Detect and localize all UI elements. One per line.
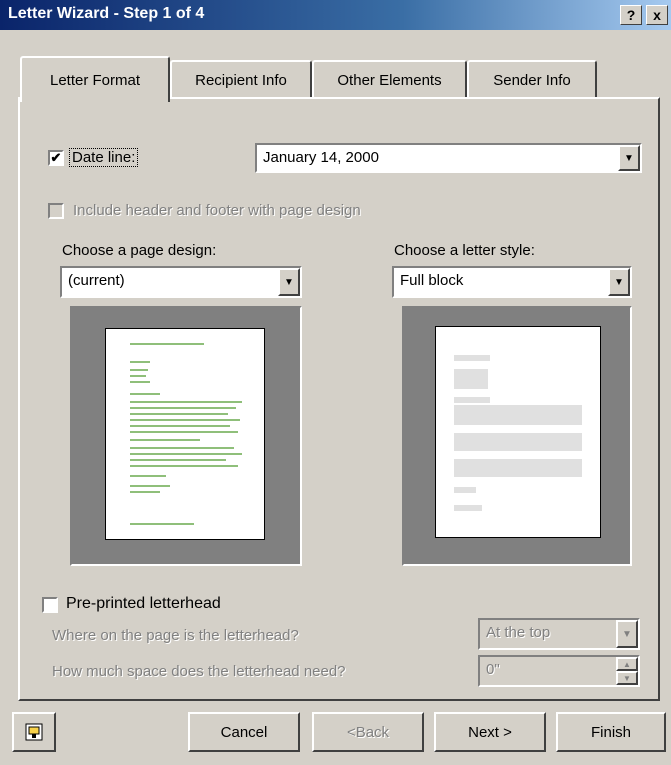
- placeholder-block: [454, 459, 582, 477]
- date-line-combo[interactable]: January 14, 2000 ▼: [255, 143, 642, 173]
- letter-style-preview: [402, 306, 632, 566]
- letterhead-where-label: Where on the page is the letterhead?: [52, 627, 299, 644]
- next-button[interactable]: Next >: [434, 712, 546, 752]
- text-line: [130, 491, 160, 493]
- placeholder-block: [454, 397, 490, 403]
- text-line: [130, 393, 160, 395]
- title-bar: Letter Wizard - Step 1 of 4 ? x: [0, 0, 671, 30]
- close-icon: x: [653, 7, 661, 23]
- letterhead-space-value: 0": [486, 661, 500, 678]
- tab-label: Letter Format: [49, 71, 141, 89]
- help-icon: ?: [626, 7, 636, 23]
- letterhead-space-label: How much space does the letterhead need?: [52, 663, 346, 680]
- letterhead-space-spinner[interactable]: 0" ▲ ▼: [478, 655, 640, 687]
- chevron-down-icon: ▼: [622, 628, 632, 640]
- chevron-up-icon: ▲: [623, 659, 631, 669]
- placeholder-block: [454, 487, 476, 493]
- help-button[interactable]: ?: [620, 5, 642, 25]
- text-line: [130, 413, 228, 415]
- text-line: [130, 407, 236, 409]
- placeholder-block: [454, 405, 582, 425]
- chevron-down-icon: ▼: [623, 673, 631, 683]
- chevron-down-icon: ▼: [614, 276, 624, 288]
- placeholder-block: [454, 355, 490, 361]
- letter-style-label: Choose a letter style:: [394, 242, 535, 259]
- date-line-label: Date line:: [68, 148, 139, 167]
- letterhead-where-combo[interactable]: At the top ▼: [478, 618, 640, 650]
- chevron-down-icon: ▼: [624, 152, 634, 164]
- tab-other-elements[interactable]: Other Elements: [312, 60, 467, 98]
- letter-style-combo[interactable]: Full block ▼: [392, 266, 632, 298]
- tab-sender-info[interactable]: Sender Info: [467, 60, 597, 98]
- text-line: [130, 401, 242, 403]
- date-line-checkbox[interactable]: ✔: [48, 150, 64, 166]
- assistant-icon: [25, 723, 43, 741]
- cancel-label: Cancel: [220, 723, 268, 741]
- text-line: [130, 453, 242, 455]
- back-label: <Back: [346, 723, 390, 741]
- page-design-preview: [70, 306, 302, 566]
- tab-recipient-info[interactable]: Recipient Info: [170, 60, 312, 98]
- text-line: [130, 523, 194, 525]
- text-line: [130, 343, 204, 345]
- office-assistant-button[interactable]: [12, 712, 56, 752]
- window-title: Letter Wizard - Step 1 of 4: [8, 5, 205, 22]
- back-button[interactable]: <Back: [312, 712, 424, 752]
- chevron-down-icon: ▼: [284, 276, 294, 288]
- text-line: [130, 475, 166, 477]
- placeholder-block: [454, 505, 482, 511]
- page-design-label: Choose a page design:: [62, 242, 217, 259]
- next-label: Next >: [468, 723, 512, 741]
- text-line: [130, 419, 240, 421]
- dropdown-button[interactable]: ▼: [608, 268, 630, 296]
- dropdown-button[interactable]: ▼: [618, 145, 640, 171]
- text-line: [130, 361, 150, 363]
- tab-letter-format[interactable]: Letter Format: [20, 56, 170, 102]
- spin-down-button[interactable]: ▼: [616, 671, 638, 685]
- date-line-value: January 14, 2000: [263, 149, 379, 166]
- text-line: [130, 459, 226, 461]
- finish-button[interactable]: Finish: [556, 712, 666, 752]
- finish-label: Finish: [590, 723, 631, 741]
- text-line: [130, 369, 148, 371]
- close-button[interactable]: x: [646, 5, 668, 25]
- spin-up-button[interactable]: ▲: [616, 657, 638, 671]
- tab-label: Sender Info: [493, 71, 571, 89]
- placeholder-block: [454, 433, 582, 451]
- page-design-combo[interactable]: (current) ▼: [60, 266, 302, 298]
- header-footer-label: Include header and footer with page desi…: [73, 202, 361, 219]
- header-footer-checkbox[interactable]: [48, 203, 64, 219]
- check-icon: ✔: [50, 150, 62, 165]
- letterhead-checkbox[interactable]: [42, 597, 58, 613]
- letter-style-thumbnail: [435, 326, 601, 538]
- cancel-button[interactable]: Cancel: [188, 712, 300, 752]
- text-line: [130, 425, 230, 427]
- letterhead-label: Pre-printed letterhead: [66, 595, 221, 612]
- page-design-value: (current): [68, 272, 125, 289]
- tab-label: Other Elements: [337, 71, 442, 89]
- dropdown-button[interactable]: ▼: [616, 620, 638, 648]
- text-line: [130, 431, 238, 433]
- text-line: [130, 375, 146, 377]
- text-line: [130, 381, 150, 383]
- text-line: [130, 439, 200, 441]
- tab-label: Recipient Info: [195, 71, 287, 89]
- page-design-thumbnail: [105, 328, 265, 540]
- letterhead-where-value: At the top: [486, 624, 551, 641]
- placeholder-block: [454, 369, 488, 389]
- dropdown-button[interactable]: ▼: [278, 268, 300, 296]
- text-line: [130, 485, 170, 487]
- letter-style-value: Full block: [400, 272, 464, 289]
- text-line: [130, 447, 234, 449]
- text-line: [130, 465, 238, 467]
